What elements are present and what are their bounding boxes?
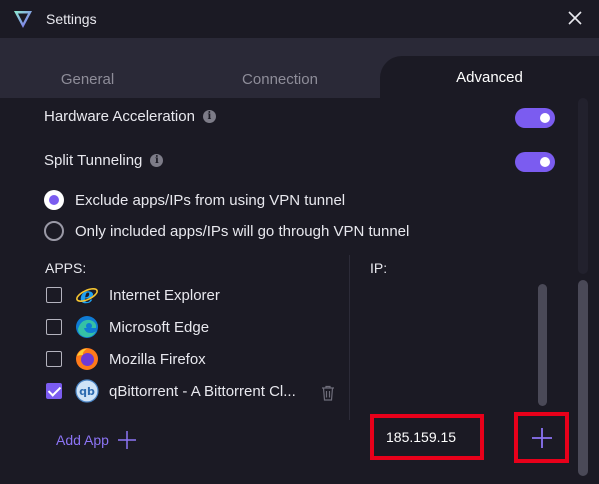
split-tunneling-row: Split Tunneling i <box>44 152 164 169</box>
advanced-settings-panel: Hardware Acceleration i Split Tunneling … <box>0 98 599 484</box>
window-title: Settings <box>46 11 97 27</box>
toggle-knob <box>540 113 550 123</box>
ip-header: IP: <box>370 260 388 276</box>
radio-button-checked[interactable] <box>44 190 64 210</box>
radio-include-apps[interactable]: Only included apps/IPs will go through V… <box>44 221 409 241</box>
app-name: Mozilla Firefox <box>109 350 206 368</box>
trash-icon[interactable] <box>321 385 335 401</box>
ip-input-highlight <box>370 414 484 460</box>
hardware-acceleration-label: Hardware Acceleration <box>44 108 195 125</box>
radio-exclude-label: Exclude apps/IPs from using VPN tunnel <box>75 191 346 209</box>
firefox-icon <box>76 348 98 370</box>
ip-address-input[interactable] <box>374 418 480 456</box>
tab-bar: General Connection Advanced <box>0 38 599 98</box>
tab-general[interactable]: General <box>0 60 175 98</box>
tab-advanced[interactable]: Advanced <box>380 56 599 98</box>
app-list-item[interactable]: qb qBittorrent - A Bittorrent Cl... <box>46 378 296 404</box>
hardware-acceleration-row: Hardware Acceleration i <box>44 108 216 125</box>
scrollbar-track <box>578 98 588 274</box>
app-list-item[interactable]: Microsoft Edge <box>46 314 209 340</box>
ip-list-scrollbar[interactable] <box>538 284 547 406</box>
close-icon[interactable] <box>565 8 585 28</box>
app-checkbox[interactable] <box>46 319 62 335</box>
app-name: qBittorrent - A Bittorrent Cl... <box>109 382 296 400</box>
protonvpn-logo-icon <box>14 11 32 28</box>
radio-include-label: Only included apps/IPs will go through V… <box>75 222 410 240</box>
app-name: Microsoft Edge <box>109 318 210 336</box>
split-tunneling-label: Split Tunneling <box>44 152 143 169</box>
split-tunneling-toggle[interactable] <box>515 152 555 172</box>
add-ip-button[interactable] <box>514 412 569 463</box>
app-name: Internet Explorer <box>109 286 220 304</box>
microsoft-edge-icon <box>76 316 98 338</box>
radio-exclude-apps[interactable]: Exclude apps/IPs from using VPN tunnel <box>44 190 345 210</box>
app-checkbox-checked[interactable] <box>46 383 62 399</box>
app-checkbox[interactable] <box>46 287 62 303</box>
app-list-item[interactable]: e Internet Explorer <box>46 282 220 308</box>
hardware-acceleration-toggle[interactable] <box>515 108 555 128</box>
title-bar: Settings <box>0 0 599 38</box>
svg-text:e: e <box>80 283 94 307</box>
app-list-item[interactable]: Mozilla Firefox <box>46 346 206 372</box>
info-icon[interactable]: i <box>150 154 164 167</box>
plus-icon <box>117 431 136 449</box>
add-app-label: Add App <box>56 432 109 448</box>
radio-button[interactable] <box>44 221 64 241</box>
tab-connection[interactable]: Connection <box>185 60 375 98</box>
plus-icon <box>531 427 552 448</box>
scrollbar-thumb[interactable] <box>578 280 588 476</box>
internet-explorer-icon: e <box>76 283 98 307</box>
column-divider <box>349 255 350 420</box>
apps-header: APPS: <box>45 260 87 276</box>
toggle-knob <box>540 157 550 167</box>
app-checkbox[interactable] <box>46 351 62 367</box>
svg-text:qb: qb <box>79 385 95 398</box>
add-app-button[interactable]: Add App <box>56 430 137 450</box>
qbittorrent-icon: qb <box>75 379 99 403</box>
info-icon[interactable]: i <box>202 110 216 123</box>
